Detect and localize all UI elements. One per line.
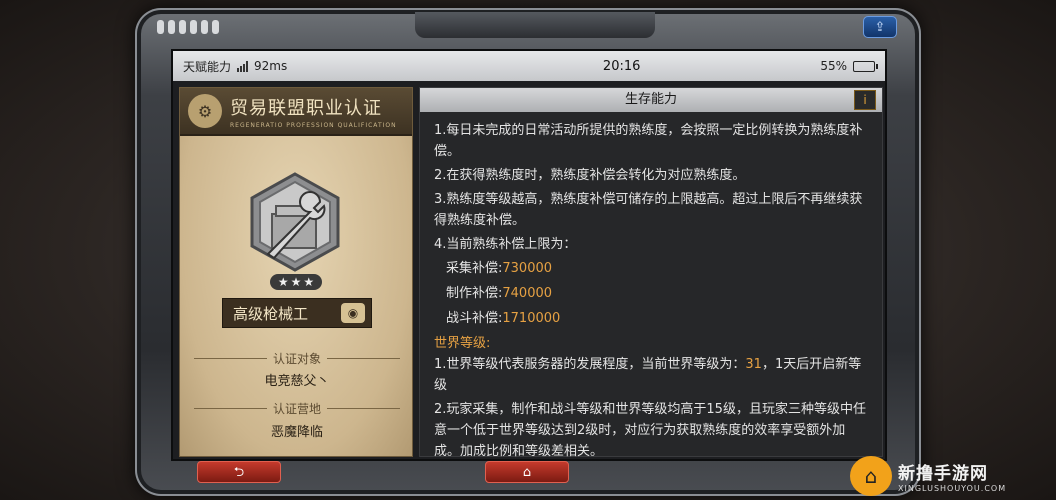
info-body: 1.每日未完成的日常活动所提供的熟练度，会按照一定比例转换为熟练度补偿。 2.在… bbox=[420, 112, 882, 462]
site-watermark: ⌂ 新撸手游网 XINGLUSHOUYOU.COM bbox=[850, 452, 1056, 500]
certification-card: ⚙ 贸易联盟职业认证 REGENERATIO PROFESSION QUALIF… bbox=[179, 87, 413, 457]
target-label-text: 认证对象 bbox=[273, 352, 322, 366]
rank-stars: ★ ★ ★ bbox=[270, 274, 322, 290]
gunsmith-badge-icon bbox=[240, 168, 350, 278]
share-button[interactable]: ⇪ bbox=[863, 16, 897, 38]
info-panel: 生存能力 i 1.每日未完成的日常活动所提供的熟练度，会按照一定比例转换为熟练度… bbox=[419, 87, 883, 459]
grip-dots bbox=[157, 20, 219, 34]
back-button[interactable]: ⮌ bbox=[197, 461, 281, 483]
cap-label: 采集补偿: bbox=[446, 261, 503, 276]
cap-label: 战斗补偿: bbox=[446, 311, 503, 326]
clock: 20:16 bbox=[602, 58, 641, 74]
world-level-title: 世界等级: bbox=[434, 336, 491, 351]
device-notch bbox=[415, 12, 655, 38]
info-button[interactable]: i bbox=[854, 90, 876, 110]
house-logo-icon: ⌂ bbox=[850, 456, 892, 496]
ping-value: 92ms bbox=[254, 59, 288, 73]
world-p1-text-a: 1.世界等级代表服务器的发展程度，当前世界等级为： bbox=[434, 357, 746, 372]
device-frame: ⇪ 天赋能力 92ms 20:16 55% ⚙ 贸易联盟职业认证 REGENER… bbox=[135, 8, 921, 496]
rank-name: 高级枪械工 bbox=[233, 304, 309, 323]
battery-percent: 55% bbox=[820, 59, 847, 73]
cap-value: 1710000 bbox=[502, 311, 561, 326]
cap-value: 730000 bbox=[502, 261, 553, 276]
world-level-value: 31 bbox=[745, 357, 762, 372]
rule-paragraph-4: 4.当前熟练补偿上限为： bbox=[434, 237, 577, 252]
status-app-label: 天赋能力 bbox=[183, 59, 232, 74]
target-label: 认证对象 bbox=[194, 350, 400, 367]
rule-paragraph-2: 2.在获得熟练度时，熟练度补偿会转化为对应熟练度。 bbox=[434, 168, 746, 183]
rule-paragraph-3: 3.熟练度等级越高，熟练度补偿可储存的上限越高。超过上限后不再继续获得熟练度补偿… bbox=[434, 192, 863, 228]
cap-row-craft: 制作补偿:740000 bbox=[434, 283, 870, 304]
info-panel-header: 生存能力 i bbox=[420, 88, 882, 112]
camp-label-text: 认证营地 bbox=[273, 402, 322, 416]
certification-title: 贸易联盟职业认证 bbox=[230, 97, 382, 119]
cap-row-gather: 采集补偿:730000 bbox=[434, 258, 870, 279]
star-icon: ★ bbox=[303, 275, 315, 289]
target-value: 电竞慈父丶 bbox=[264, 374, 330, 389]
rank-plate: 高级枪械工 ◉ bbox=[222, 298, 372, 328]
alliance-emblem-icon: ⚙ bbox=[188, 94, 222, 128]
signal-icon bbox=[237, 60, 249, 72]
cap-label: 制作补偿: bbox=[446, 286, 503, 301]
info-panel-title: 生存能力 bbox=[624, 92, 677, 107]
home-button[interactable]: ⌂ bbox=[485, 461, 569, 483]
eye-icon[interactable]: ◉ bbox=[341, 303, 365, 323]
watermark-main: 新撸手游网 bbox=[898, 464, 988, 484]
certification-header: ⚙ 贸易联盟职业认证 REGENERATIO PROFESSION QUALIF… bbox=[180, 88, 412, 136]
camp-label: 认证营地 bbox=[194, 400, 400, 417]
world-level-paragraph-1: 1.世界等级代表服务器的发展程度，当前世界等级为：31，1天后开启新等级 bbox=[434, 354, 870, 396]
status-bar: 天赋能力 92ms 20:16 55% bbox=[173, 51, 885, 81]
battery-icon bbox=[853, 60, 878, 72]
certification-subtitle: REGENERATIO PROFESSION QUALIFICATION bbox=[230, 121, 397, 129]
rule-paragraph-1: 1.每日未完成的日常活动所提供的熟练度，会按照一定比例转换为熟练度补偿。 bbox=[434, 123, 863, 159]
camp-value: 恶魔降临 bbox=[270, 425, 323, 440]
world-level-paragraph-2: 2.玩家采集，制作和战斗等级和世界等级均高于15级，且玩家三种等级中任意一个低于… bbox=[434, 402, 866, 459]
watermark-sub: XINGLUSHOUYOU.COM bbox=[898, 484, 1007, 493]
cap-row-combat: 战斗补偿:1710000 bbox=[434, 308, 870, 329]
star-icon: ★ bbox=[277, 275, 289, 289]
cap-value: 740000 bbox=[502, 286, 553, 301]
device-screen: 天赋能力 92ms 20:16 55% ⚙ 贸易联盟职业认证 REGENERAT… bbox=[171, 49, 887, 461]
star-icon: ★ bbox=[290, 275, 302, 289]
